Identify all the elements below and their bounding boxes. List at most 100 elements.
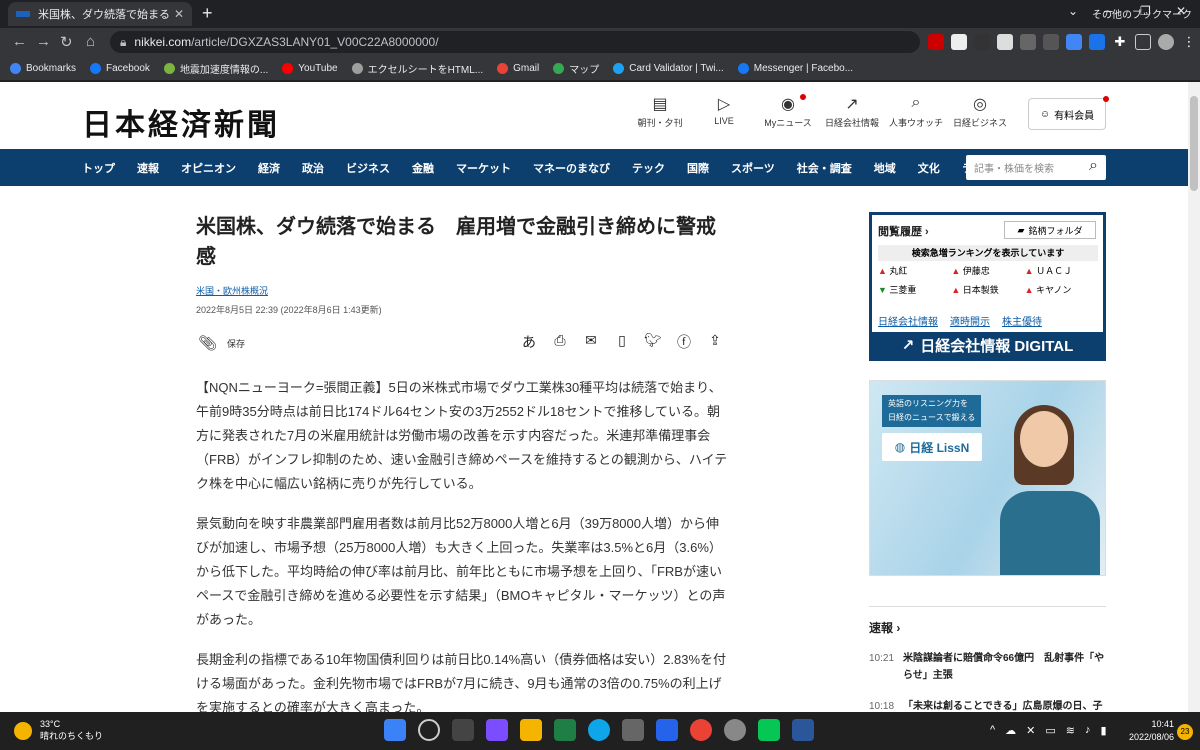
bookmark-item[interactable]: マップ (553, 61, 599, 76)
page-scrollbar[interactable] (1188, 82, 1200, 712)
ext2-icon[interactable] (1043, 34, 1059, 50)
bookmark-item[interactable]: エクセルシートをHTML... (351, 61, 483, 76)
bookmark-item[interactable]: Bookmarks (10, 62, 76, 74)
start-icon[interactable] (384, 719, 406, 741)
nav-item[interactable]: 文化 (918, 160, 940, 176)
address-bar[interactable]: 🔒︎ nikkei.com /article/DGXZAS3LANY01_V00… (110, 31, 920, 53)
bookmark-item[interactable]: YouTube (282, 62, 338, 74)
taskview-icon[interactable] (452, 719, 474, 741)
nav-item[interactable]: スポーツ (731, 160, 775, 176)
link-company-info[interactable]: 日経会社情報 (878, 313, 938, 328)
back-icon[interactable]: ← (12, 33, 27, 50)
search-input[interactable]: 記事・株価を検索 ⌕ (966, 155, 1106, 180)
ranking-item[interactable]: ▲ 日本製鉄 (951, 283, 1024, 296)
chat-icon[interactable] (724, 719, 746, 741)
bookmark-item[interactable]: Card Validator | Twi... (613, 62, 724, 74)
wifi-icon[interactable]: ≋ (1066, 724, 1075, 737)
nav-item[interactable]: 政治 (302, 160, 324, 176)
tab-search-icon[interactable]: ⌄ (1068, 4, 1078, 18)
nav-item[interactable]: マーケット (456, 160, 511, 176)
sidepanel-icon[interactable] (1135, 34, 1151, 50)
explorer-icon[interactable] (520, 719, 542, 741)
word-icon[interactable] (792, 719, 814, 741)
onedrive-icon[interactable]: ☁ (1005, 724, 1016, 737)
print-icon[interactable]: ⎙ (551, 332, 569, 350)
bookmark-item[interactable]: 地震加速度情報の... (163, 61, 268, 76)
nav-item[interactable]: テック (632, 160, 665, 176)
ranking-item[interactable]: ▲ キヤノン (1025, 283, 1098, 296)
nav-item[interactable]: 速報 (137, 160, 159, 176)
news-item[interactable]: 10:21 米陰謀論者に賠償命令66億円 乱射事件「やらせ」主張 (869, 650, 1106, 684)
nav-item[interactable]: ビジネス (346, 160, 390, 176)
bookmark-icon[interactable]: ▯ (613, 332, 631, 350)
breaking-news-title[interactable]: 速報 › (869, 619, 1106, 636)
nav-item[interactable]: オピニオン (181, 160, 236, 176)
header-link[interactable]: ↗ 日経会社情報 (820, 94, 884, 129)
news-item[interactable]: 10:18 「未来は創ることできる」広島原爆の日、子ども代表宣言 (869, 698, 1106, 712)
scrollbar-thumb[interactable] (1190, 96, 1198, 191)
bookmark-item[interactable]: Gmail (497, 62, 539, 74)
nav-item[interactable]: 地域 (874, 160, 896, 176)
new-tab-icon[interactable]: + (202, 3, 213, 24)
site-logo[interactable]: 日本経済新聞 (82, 100, 280, 144)
excel-icon[interactable] (554, 719, 576, 741)
mail-icon[interactable]: ✉ (582, 332, 600, 350)
history-title-link[interactable]: 閲覧履歴 › (878, 223, 929, 239)
translate-icon[interactable]: あ (520, 332, 538, 350)
profile-avatar[interactable] (1158, 34, 1174, 50)
battery-level-icon[interactable]: ▮ (1101, 724, 1107, 737)
link-disclosure[interactable]: 適時開示 (950, 313, 990, 328)
ranking-item[interactable]: ▼ 三菱重 (878, 283, 951, 296)
battery-icon[interactable]: ▭ (1045, 724, 1055, 737)
search-icon[interactable] (418, 719, 440, 741)
notification-badge[interactable]: 23 (1177, 724, 1193, 740)
stock-folder-button[interactable]: ▰ 銘柄フォルダ (1004, 221, 1096, 239)
article-category-link[interactable]: 米国・欧州株概況 (196, 284, 730, 297)
close-tab-icon[interactable]: ✕ (174, 7, 184, 21)
company-info-digital-banner[interactable]: ↗ 日経会社情報 DIGITAL (872, 332, 1103, 358)
browser-tab[interactable]: 米国株、ダウ続落で始まる 雇用増 ✕ (8, 2, 192, 26)
puzzle-icon[interactable]: ✚ (1112, 34, 1128, 50)
new-extension-icon[interactable] (1089, 34, 1105, 50)
forward-icon[interactable]: → (36, 33, 51, 50)
lissn-ad-banner[interactable]: 英語のリスニング力を 日経のニュースで鍛える ◍ 日経 LissN (869, 380, 1106, 576)
other-bookmarks[interactable]: その他のブックマーク (1092, 6, 1192, 21)
edge-icon[interactable] (588, 719, 610, 741)
twitter-icon[interactable]: 🐦︎ (644, 332, 662, 350)
ext-icon[interactable] (1020, 34, 1036, 50)
nav-item[interactable]: 金融 (412, 160, 434, 176)
store-icon[interactable] (622, 719, 644, 741)
search-icon[interactable]: ⌕ (1089, 157, 1098, 175)
nav-item[interactable]: トップ (82, 160, 115, 176)
line-icon[interactable] (758, 719, 780, 741)
y-extension-icon[interactable] (997, 34, 1013, 50)
ranking-item[interactable]: ▲ 伊藤忠 (951, 264, 1024, 277)
member-button[interactable]: ☺ 有料会員 (1028, 96, 1109, 130)
nav-item[interactable]: 経済 (258, 160, 280, 176)
binary-extension-icon[interactable] (974, 34, 990, 50)
volume-icon[interactable]: ♪ (1085, 724, 1091, 737)
header-link[interactable]: ◉ Myニュース (756, 94, 820, 129)
facebook-icon[interactable]: ⓕ (675, 332, 693, 350)
reload-icon[interactable]: ↻ (60, 33, 73, 51)
bookmark-item[interactable]: Messenger | Facebo... (737, 62, 853, 74)
header-link[interactable]: ⌕ 人事ウオッチ (884, 94, 948, 129)
chrome-icon[interactable] (690, 719, 712, 741)
gmail-extension-icon[interactable] (951, 34, 967, 50)
close-circle-icon[interactable]: ✕ (1026, 724, 1035, 737)
nav-item[interactable]: マネーのまなび (533, 160, 610, 176)
home-icon[interactable]: ⌂ (86, 33, 95, 50)
pdf-extension-icon[interactable] (928, 34, 944, 50)
translate-extension-icon[interactable] (1066, 34, 1082, 50)
ranking-item[interactable]: ▲ ＵＡＣＪ (1025, 264, 1098, 277)
weather-widget[interactable]: 33°C 晴れのちくもり (14, 718, 103, 742)
menu-icon[interactable]: ⋮ (1181, 34, 1197, 50)
header-link[interactable]: ▤ 朝刊・夕刊 (628, 94, 692, 129)
teams-icon[interactable] (486, 719, 508, 741)
nav-item[interactable]: 国際 (687, 160, 709, 176)
chevron-up-icon[interactable]: ^ (990, 724, 995, 737)
share-icon[interactable]: ⇪ (706, 332, 724, 350)
header-link[interactable]: ▷ LIVE (692, 94, 756, 129)
ranking-item[interactable]: ▲ 丸紅 (878, 264, 951, 277)
mail-icon[interactable] (656, 719, 678, 741)
